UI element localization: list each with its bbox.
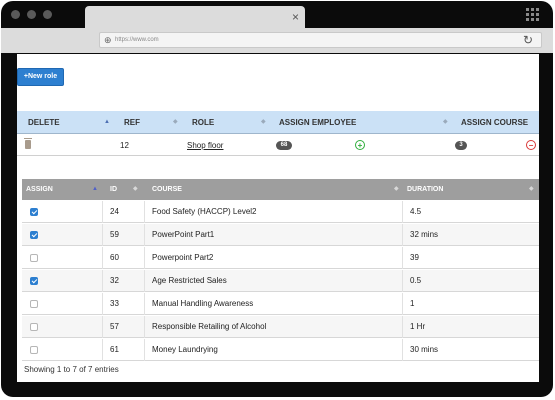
column-header-delete[interactable]: DELETE <box>28 111 60 134</box>
course-name: Powerpoint Part2 <box>152 253 214 262</box>
assign-checkbox[interactable] <box>30 323 38 331</box>
course-id: 59 <box>110 230 119 239</box>
page-content: +New role DELETE ▲ REF ◆ ROLE ◆ ASSIGN E… <box>17 54 539 382</box>
url-field[interactable]: ⊕ https://www.com <box>99 32 542 48</box>
courses-table-header: ASSIGN ▲ ID ◆ COURSE ◆ DURATION ◆ <box>22 179 539 200</box>
column-header-course[interactable]: COURSE <box>152 179 182 200</box>
url-text: https://www.com <box>115 37 159 43</box>
remove-course-icon[interactable]: − <box>526 140 536 150</box>
course-id: 57 <box>110 322 119 331</box>
browser-chrome: × ⊕ https://www.com ↻ <box>1 1 553 53</box>
table-row: 59 PowerPoint Part1 32 mins <box>22 224 539 246</box>
sort-icon[interactable]: ◆ <box>394 179 399 200</box>
sort-icon[interactable]: ◆ <box>261 111 266 134</box>
assign-checkbox[interactable] <box>30 277 38 285</box>
sort-icon[interactable]: ◆ <box>133 179 138 200</box>
column-header-assign-employee[interactable]: ASSIGN EMPLOYEE <box>279 111 356 134</box>
globe-icon: ⊕ <box>104 35 112 45</box>
table-row: 33 Manual Handling Awareness 1 <box>22 293 539 315</box>
column-header-assign-course[interactable]: ASSIGN COURSE <box>461 111 528 134</box>
apps-grid-icon[interactable] <box>526 8 539 21</box>
course-id: 32 <box>110 276 119 285</box>
browser-window: × ⊕ https://www.com ↻ +New role DELETE ▲… <box>1 1 553 397</box>
column-header-duration[interactable]: DURATION <box>407 179 443 200</box>
table-row: 24 Food Safety (HACCP) Level2 4.5 <box>22 201 539 223</box>
sort-icon[interactable]: ◆ <box>529 179 534 200</box>
column-header-id[interactable]: ID <box>110 179 117 200</box>
course-duration: 30 mins <box>410 345 439 354</box>
table-row: 60 Powerpoint Part2 39 <box>22 247 539 269</box>
sort-icon[interactable]: ◆ <box>173 111 178 134</box>
sort-asc-icon[interactable]: ▲ <box>92 179 98 200</box>
reload-icon[interactable]: ↻ <box>523 32 533 48</box>
assign-checkbox[interactable] <box>30 208 38 216</box>
employee-count-badge: 68 <box>276 141 292 150</box>
course-count-badge: 3 <box>455 141 467 150</box>
minimize-window-dot[interactable] <box>27 10 36 19</box>
assign-checkbox[interactable] <box>30 254 38 262</box>
table-row: 61 Money Laundrying 30 mins <box>22 339 539 361</box>
course-name: Food Safety (HACCP) Level2 <box>152 207 257 216</box>
close-window-dot[interactable] <box>11 10 20 19</box>
roles-table-header: DELETE ▲ REF ◆ ROLE ◆ ASSIGN EMPLOYEE ◆ … <box>17 111 539 134</box>
course-id: 33 <box>110 299 119 308</box>
column-header-role[interactable]: ROLE <box>192 111 214 134</box>
course-name: Money Laundrying <box>152 345 218 354</box>
close-icon[interactable]: × <box>292 9 299 25</box>
course-duration: 4.5 <box>410 207 422 216</box>
course-duration: 32 mins <box>410 230 439 239</box>
course-name: Responsible Retailing of Alcohol <box>152 322 267 331</box>
course-id: 61 <box>110 345 119 354</box>
role-ref: 12 <box>120 141 129 150</box>
new-role-button[interactable]: +New role <box>17 68 64 86</box>
assign-checkbox[interactable] <box>30 231 38 239</box>
course-duration: 0.5 <box>410 276 422 285</box>
table-row: 57 Responsible Retailing of Alcohol 1 Hr <box>22 316 539 338</box>
add-employee-icon[interactable]: + <box>355 140 365 150</box>
course-id: 24 <box>110 207 119 216</box>
course-name: Age Restricted Sales <box>152 276 227 285</box>
sort-icon[interactable]: ◆ <box>443 111 448 134</box>
role-name-link[interactable]: Shop floor <box>187 135 223 156</box>
table-row: 12 Shop floor 68 + 3 − <box>17 135 539 156</box>
course-duration: 1 Hr <box>410 322 426 331</box>
browser-tab[interactable]: × <box>85 6 305 28</box>
course-name: Manual Handling Awareness <box>152 299 254 308</box>
column-header-assign[interactable]: ASSIGN <box>26 179 53 200</box>
assign-checkbox[interactable] <box>30 300 38 308</box>
course-name: PowerPoint Part1 <box>152 230 215 239</box>
course-id: 60 <box>110 253 119 262</box>
trash-icon[interactable] <box>24 138 32 149</box>
table-info: Showing 1 to 7 of 7 entries <box>24 365 119 374</box>
assign-checkbox[interactable] <box>30 346 38 354</box>
column-header-ref[interactable]: REF <box>124 111 140 134</box>
table-row: 32 Age Restricted Sales 0.5 <box>22 270 539 292</box>
course-duration: 39 <box>410 253 419 262</box>
window-controls <box>11 10 52 19</box>
course-duration: 1 <box>410 299 415 308</box>
address-bar: ⊕ https://www.com ↻ <box>1 28 553 53</box>
maximize-window-dot[interactable] <box>43 10 52 19</box>
sort-asc-icon[interactable]: ▲ <box>104 111 110 134</box>
